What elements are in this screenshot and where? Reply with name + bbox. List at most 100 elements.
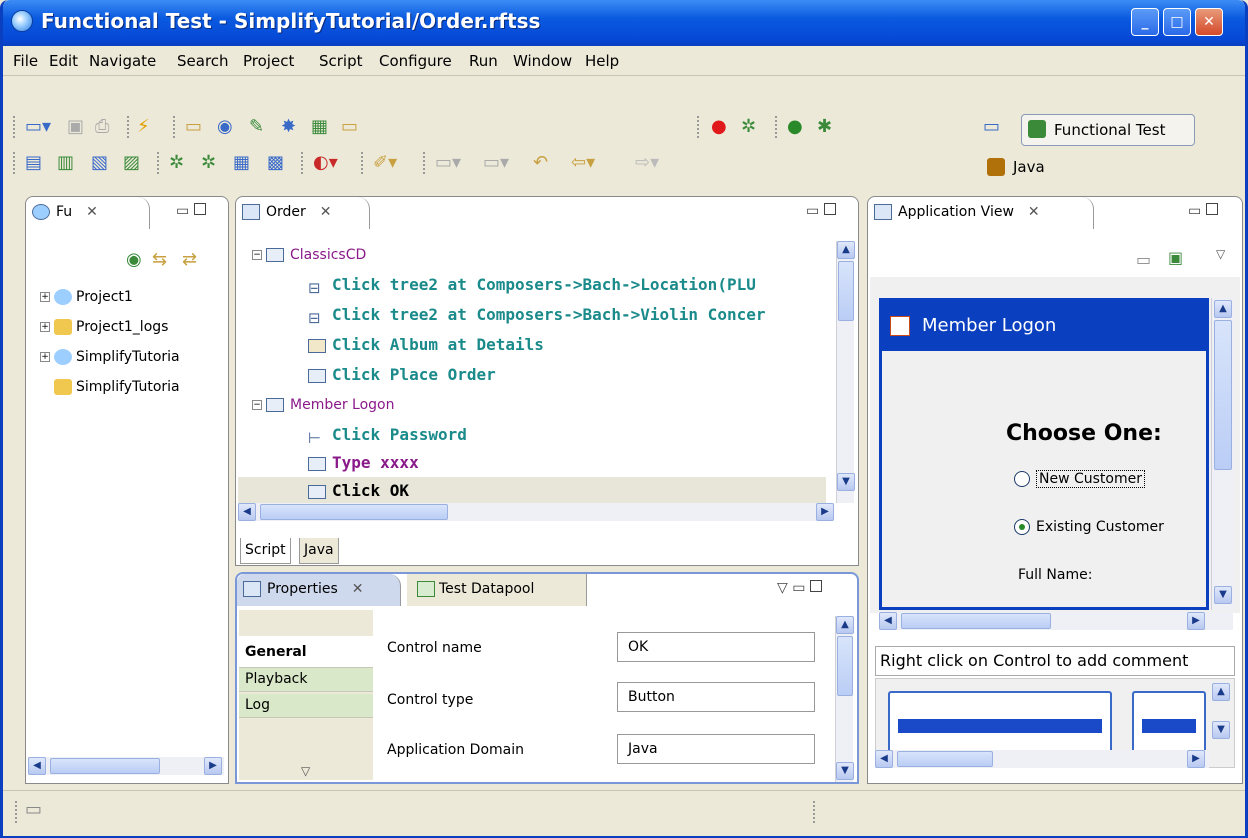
new-script-icon[interactable]: ✎: [249, 116, 264, 138]
print-icon[interactable]: ⎙: [95, 116, 109, 138]
tree-item[interactable]: SimplifyTutoria: [54, 379, 180, 395]
new-folder-icon[interactable]: ▭: [185, 116, 202, 138]
menu-edit[interactable]: Edit: [49, 52, 78, 70]
menu-configure[interactable]: Configure: [379, 52, 452, 70]
script-group-line[interactable]: − ClassicsCD: [252, 245, 366, 263]
comment-icon[interactable]: ▭: [1136, 249, 1151, 271]
scroll-up-icon[interactable]: ▲: [1212, 683, 1230, 701]
thumbnail-1[interactable]: [888, 691, 1112, 753]
script-step-line[interactable]: ⊢ Click Password: [308, 425, 467, 447]
object-map-icon[interactable]: ▦: [233, 152, 250, 174]
new-customer-radio[interactable]: New Customer: [1014, 470, 1145, 488]
verification-point-icon[interactable]: ▤: [25, 152, 42, 174]
scroll-down-icon[interactable]: ▼: [837, 473, 855, 491]
menu-run[interactable]: Run: [469, 52, 498, 70]
script-step-line[interactable]: Click OK: [308, 481, 409, 500]
minimize-panel-icon[interactable]: ▭: [1188, 203, 1218, 219]
lightning-icon[interactable]: ⚡: [137, 116, 150, 138]
close-button[interactable]: ✕: [1195, 8, 1223, 36]
script-step-line[interactable]: Type xxxx: [308, 453, 419, 472]
scroll-right-icon[interactable]: ▶: [816, 503, 834, 521]
control-type-field[interactable]: Button: [617, 682, 815, 712]
close-tab-icon[interactable]: ✕: [86, 204, 98, 220]
tree-item[interactable]: + Project1: [40, 289, 133, 305]
minimize-panel-icon[interactable]: ▭: [176, 203, 206, 219]
tree-item[interactable]: + Project1_logs: [40, 319, 168, 335]
close-tab-icon[interactable]: ✕: [1028, 204, 1040, 220]
tab-java[interactable]: Java: [299, 538, 339, 564]
scroll-down-icon[interactable]: ▼: [836, 762, 854, 780]
menu-help[interactable]: Help: [585, 52, 619, 70]
window-icon[interactable]: ▧: [91, 152, 108, 174]
perspective-java[interactable]: Java: [983, 156, 1045, 180]
thumbnail-2[interactable]: [1132, 691, 1206, 753]
last-edit-icon[interactable]: ↶: [533, 152, 548, 174]
scroll-left-icon[interactable]: ◀: [238, 503, 256, 521]
script-hscroll[interactable]: ◀ ▶: [238, 503, 834, 521]
scroll-down-icon[interactable]: ▼: [1212, 721, 1230, 739]
tab-order[interactable]: Order ✕: [236, 197, 370, 229]
tab-properties[interactable]: Properties ✕: [237, 574, 401, 606]
minimize-panel-icon[interactable]: ▭: [806, 203, 836, 219]
app-preview-hscroll[interactable]: ◀ ▶: [879, 612, 1233, 630]
menu-project[interactable]: Project: [243, 52, 294, 70]
record-icon[interactable]: ●: [711, 116, 727, 138]
scroll-left-icon[interactable]: ◀: [875, 750, 893, 768]
application-domain-field[interactable]: Java: [617, 734, 815, 764]
save-icon[interactable]: ▣: [67, 116, 84, 138]
tree-item[interactable]: + SimplifyTutoria: [40, 349, 180, 365]
control-name-field[interactable]: OK: [617, 632, 815, 662]
scroll-left-icon[interactable]: ◀: [879, 612, 897, 630]
view-menu-icon[interactable]: ▽: [1216, 243, 1225, 265]
back-icon[interactable]: ⇦▾: [571, 152, 595, 174]
tab-script[interactable]: Script: [240, 538, 291, 564]
script-step-line[interactable]: ⊟ Click tree2 at Composers->Bach->Violin …: [308, 305, 765, 327]
tab-navigator[interactable]: Fu ✕: [26, 197, 150, 229]
stop-object-icon[interactable]: ◐▾: [313, 152, 338, 174]
forward-icon[interactable]: ⇨▾: [635, 152, 659, 174]
script-step-line[interactable]: Click Album at Details: [308, 335, 544, 354]
script-step-line[interactable]: Click Place Order: [308, 365, 496, 384]
side-tab-general[interactable]: General: [239, 636, 373, 668]
fast-view-icon[interactable]: ▭: [25, 799, 42, 821]
new-project-icon[interactable]: ◉: [217, 116, 233, 138]
open-folder-icon[interactable]: ▭: [341, 116, 358, 138]
run-icon[interactable]: ●: [787, 116, 803, 138]
scroll-down-icon[interactable]: ▼: [1214, 586, 1232, 604]
perspective-functional-test[interactable]: Functional Test: [1021, 114, 1195, 146]
close-tab-icon[interactable]: ✕: [320, 204, 332, 220]
app-preview-vscroll[interactable]: ▲ ▼: [1211, 298, 1233, 610]
sync-icon[interactable]: ⇆: [152, 249, 167, 271]
menu-navigate[interactable]: Navigate: [89, 52, 156, 70]
export-icon[interactable]: ▨: [123, 152, 140, 174]
scroll-right-icon[interactable]: ▶: [1187, 612, 1205, 630]
open-perspective-icon[interactable]: ▭: [983, 116, 1000, 138]
script-vscroll[interactable]: ▲ ▼: [836, 241, 855, 503]
menu-window[interactable]: Window: [513, 52, 572, 70]
capture-icon[interactable]: ▣: [1168, 247, 1183, 269]
side-tab-log[interactable]: Log: [239, 694, 373, 718]
menu-file[interactable]: File: [13, 52, 38, 70]
link-editor-icon[interactable]: ⇄: [182, 249, 197, 271]
scroll-up-icon[interactable]: ▲: [1214, 300, 1232, 318]
datapool-icon[interactable]: ▦: [311, 116, 328, 138]
existing-customer-radio[interactable]: Existing Customer: [1014, 519, 1164, 535]
scroll-right-icon[interactable]: ▶: [1187, 750, 1205, 768]
menu-search[interactable]: Search: [177, 52, 229, 70]
navigator-hscroll[interactable]: ◀ ▶: [28, 757, 224, 775]
insert-recording-icon[interactable]: ✲: [741, 116, 756, 138]
scroll-up-icon[interactable]: ▲: [837, 241, 855, 259]
minimize-button[interactable]: _: [1131, 8, 1159, 36]
highlight-icon[interactable]: ✐▾: [373, 152, 397, 174]
side-tab-playback[interactable]: Playback: [239, 668, 373, 692]
script-step-line[interactable]: ⊟ Click tree2 at Composers->Bach->Locatio…: [308, 275, 756, 297]
new-icon[interactable]: ▭▾: [25, 116, 51, 138]
tab-application-view[interactable]: Application View ✕: [868, 197, 1094, 229]
maximize-button[interactable]: □: [1163, 8, 1191, 36]
properties-vscroll[interactable]: ▲ ▼: [835, 616, 854, 782]
next-annotation-icon[interactable]: ▭▾: [435, 152, 461, 174]
panel-menu-icon[interactable]: ▽ ▭: [777, 580, 822, 596]
network-icon[interactable]: ▩: [267, 152, 284, 174]
map-icon[interactable]: ✲: [169, 152, 184, 174]
tree-icon[interactable]: ▥: [57, 152, 74, 174]
